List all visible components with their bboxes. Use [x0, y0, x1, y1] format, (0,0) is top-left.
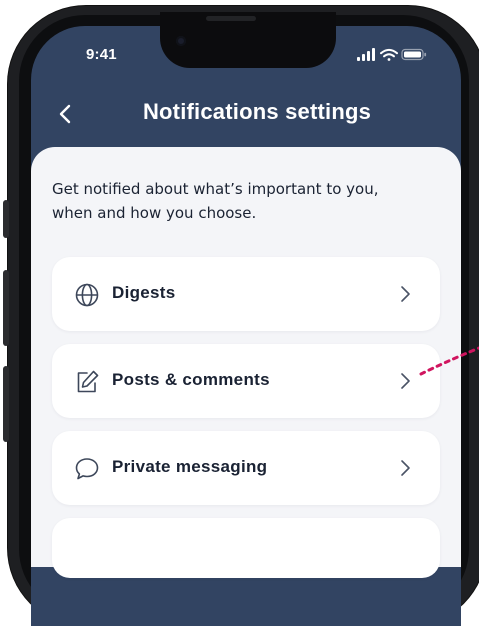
- settings-item-label: Digests: [112, 283, 176, 302]
- settings-item-partial[interactable]: [52, 518, 440, 578]
- page-title: Notifications settings: [142, 99, 372, 124]
- settings-item-label: Posts & comments: [112, 370, 270, 389]
- status-time: 9:41: [86, 46, 117, 63]
- front-camera: [176, 36, 186, 46]
- callout-connector: [419, 346, 479, 376]
- globe-icon: [75, 283, 99, 307]
- battery-icon: [401, 48, 427, 61]
- status-icons: [357, 48, 427, 61]
- chevron-right-icon: [401, 373, 410, 389]
- speaker-grille: [206, 16, 256, 21]
- settings-item-private-messaging[interactable]: Private messaging: [52, 431, 440, 505]
- chat-bubble-icon: [75, 458, 99, 480]
- intro-text: Get notified about what’s important to y…: [52, 180, 379, 222]
- volume-down-button: [3, 366, 9, 442]
- settings-item-label: Private messaging: [112, 457, 268, 476]
- wifi-icon: [380, 48, 398, 61]
- chevron-right-icon: [401, 460, 410, 476]
- edit-icon: [77, 370, 99, 393]
- back-button[interactable]: [52, 100, 80, 128]
- settings-item-digests[interactable]: Digests: [52, 257, 440, 331]
- chevron-right-icon: [401, 286, 410, 302]
- signal-icon: [357, 48, 375, 61]
- chevron-left-icon: [59, 104, 71, 124]
- mute-switch: [3, 200, 9, 238]
- settings-item-posts-comments[interactable]: Posts & comments: [52, 344, 440, 418]
- volume-up-button: [3, 270, 9, 346]
